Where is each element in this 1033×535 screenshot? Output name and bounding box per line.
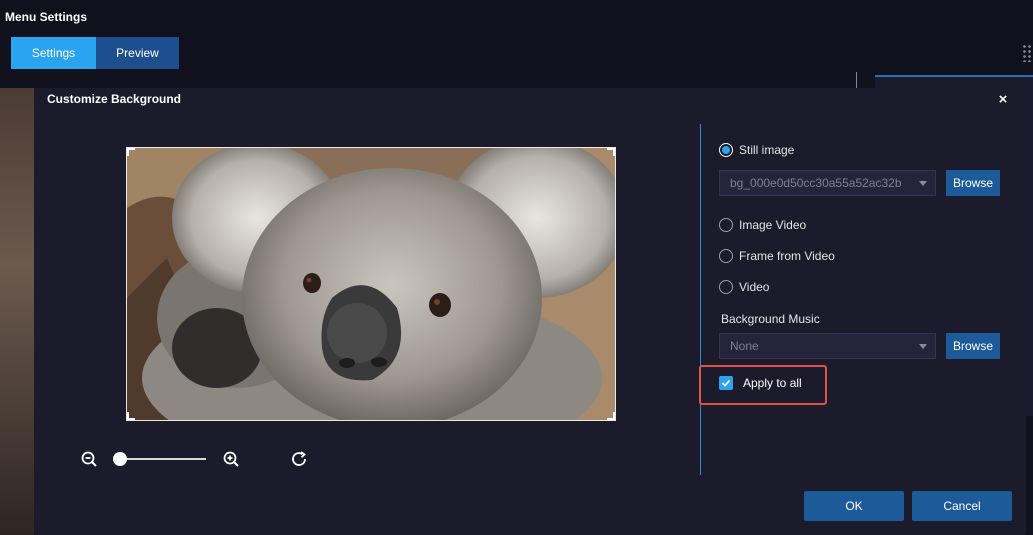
background-scenery bbox=[0, 88, 34, 535]
frame-from-video-radio[interactable] bbox=[719, 249, 733, 263]
still-image-radio[interactable] bbox=[719, 143, 733, 157]
video-label: Video bbox=[739, 280, 770, 294]
dropdown-arrow-icon bbox=[919, 181, 927, 186]
background-music-value: None bbox=[730, 339, 759, 353]
crop-handle-bottom-left[interactable] bbox=[127, 412, 135, 420]
image-video-option[interactable]: Image Video bbox=[719, 218, 806, 232]
grip-icon[interactable] bbox=[1022, 44, 1033, 62]
image-file-select[interactable]: bg_000e0d50cc30a55a52ac32b bbox=[719, 170, 936, 196]
zoom-slider-handle[interactable] bbox=[113, 452, 127, 466]
panel-divider bbox=[700, 124, 701, 475]
image-video-label: Image Video bbox=[739, 218, 807, 232]
browse-music-button[interactable]: Browse bbox=[946, 333, 1000, 359]
dialog-title: Customize Background bbox=[47, 92, 182, 106]
zoom-out-icon[interactable] bbox=[81, 451, 97, 467]
video-radio[interactable] bbox=[719, 280, 733, 294]
video-option[interactable]: Video bbox=[719, 280, 769, 294]
tab-settings[interactable]: Settings bbox=[11, 37, 96, 69]
tab-bar: Settings Preview bbox=[11, 37, 179, 69]
crop-handle-bottom-right[interactable] bbox=[607, 412, 615, 420]
apply-to-all-label: Apply to all bbox=[743, 376, 802, 390]
rotate-icon[interactable] bbox=[290, 450, 308, 468]
customize-background-dialog: Customize Background × Still image bg_00… bbox=[34, 88, 1026, 535]
ok-button[interactable]: OK bbox=[804, 491, 904, 521]
checkmark-icon bbox=[721, 379, 731, 387]
apply-to-all-option[interactable]: Apply to all bbox=[719, 376, 802, 390]
tab-preview[interactable]: Preview bbox=[96, 37, 179, 69]
apply-to-all-checkbox[interactable] bbox=[719, 376, 733, 390]
koala-image bbox=[127, 148, 615, 420]
background-panel-accent bbox=[875, 75, 1033, 77]
crop-handle-top-right[interactable] bbox=[607, 148, 615, 156]
zoom-in-icon[interactable] bbox=[223, 451, 239, 467]
still-image-label: Still image bbox=[739, 143, 795, 157]
frame-from-video-option[interactable]: Frame from Video bbox=[719, 249, 835, 263]
app-title: Menu Settings bbox=[5, 10, 88, 24]
image-file-value: bg_000e0d50cc30a55a52ac32b bbox=[730, 176, 902, 190]
browse-image-button[interactable]: Browse bbox=[946, 170, 1000, 196]
cancel-button[interactable]: Cancel bbox=[912, 491, 1012, 521]
background-music-label: Background Music bbox=[721, 312, 820, 326]
frame-from-video-label: Frame from Video bbox=[739, 249, 835, 263]
close-button[interactable]: × bbox=[994, 90, 1012, 108]
crop-handle-top-left[interactable] bbox=[127, 148, 135, 156]
dropdown-arrow-icon bbox=[919, 344, 927, 349]
zoom-slider-track[interactable] bbox=[120, 458, 206, 460]
close-icon: × bbox=[998, 90, 1008, 108]
still-image-option[interactable]: Still image bbox=[719, 143, 794, 157]
background-preview-image[interactable] bbox=[126, 147, 616, 421]
image-video-radio[interactable] bbox=[719, 218, 733, 232]
background-music-select[interactable]: None bbox=[719, 333, 936, 359]
